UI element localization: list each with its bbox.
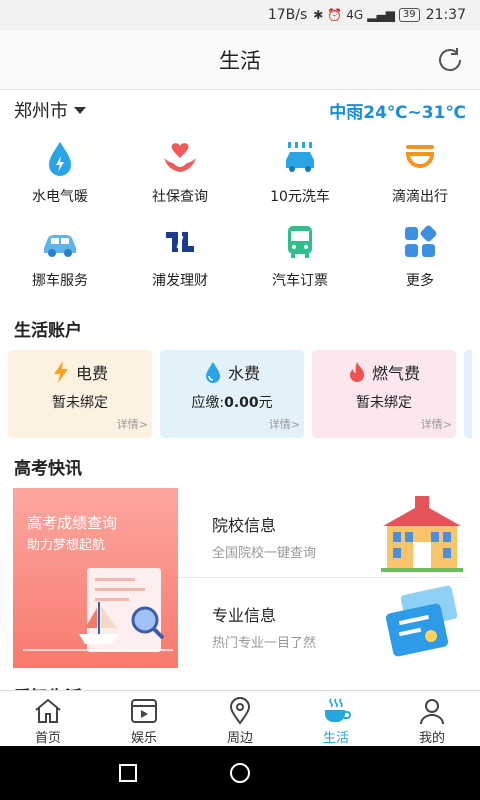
card-name: 电费 — [75, 364, 108, 383]
card-more-link[interactable]: 详情> — [269, 416, 300, 432]
card-value: 暂未绑定 — [52, 395, 108, 411]
video-icon — [131, 699, 157, 723]
refresh-icon[interactable] — [434, 44, 466, 76]
battery-icon: 39 — [398, 8, 420, 22]
car-wash-icon — [286, 142, 314, 172]
card-name: 燃气费 — [371, 364, 420, 383]
bluetooth-icon: ✱ — [313, 8, 324, 22]
service-label: 挪车服务 — [32, 273, 88, 289]
card-value: 暂未绑定 — [356, 395, 412, 411]
tab-mine[interactable]: 我的 — [384, 691, 480, 746]
service-item[interactable]: 挪车服务 — [0, 222, 120, 306]
card-value-suffix: 元 — [258, 395, 273, 411]
city-selector[interactable]: 郑州市 — [14, 97, 86, 123]
app-bar: 生活 — [0, 30, 480, 90]
tab-life[interactable]: 生活 — [288, 691, 384, 746]
page-title: 生活 — [219, 48, 261, 73]
caret-down-icon — [74, 106, 86, 114]
water-card[interactable]: 水费 应缴:0.00元 详情> — [160, 350, 304, 438]
weather-text: 中雨24℃~31℃ — [329, 102, 466, 123]
service-label: 社保查询 — [152, 189, 208, 205]
water-drop-icon — [49, 142, 71, 176]
phone-card-icon — [385, 585, 458, 657]
system-nav-bar — [0, 746, 480, 800]
clock: 21:37 — [425, 7, 466, 23]
exam-paper-illustration — [23, 568, 173, 652]
bottom-tab-bar: 首页 娱乐 周边 生活 我的 — [0, 690, 480, 746]
service-grid: 水电气暖 社保查询 10元洗车 滴滴出行 挪车服务 浦发理财 汽车订票 更多 — [0, 138, 480, 306]
car-icon — [44, 235, 76, 257]
tab-label: 娱乐 — [130, 731, 157, 746]
next-card-edge[interactable] — [464, 350, 472, 438]
tab-label: 周边 — [226, 731, 253, 746]
gaokao-panel: 高考成绩查询 助力梦想起航 院校信息 全国院校一键查询 专业信息 热门专业一目了… — [13, 488, 467, 668]
bus-icon — [288, 226, 312, 258]
item-title: 院校信息 — [212, 516, 277, 535]
alarm-icon: ⏰ — [327, 8, 343, 22]
service-item[interactable]: 水电气暖 — [0, 138, 120, 222]
banner-line2: 助力梦想起航 — [27, 538, 106, 553]
location-pin-icon — [229, 697, 251, 725]
recent-apps-icon[interactable] — [118, 763, 138, 783]
service-label: 10元洗车 — [270, 189, 330, 205]
gas-card[interactable]: 燃气费 暂未绑定 详情> — [312, 350, 456, 438]
card-value-prefix: 应缴: — [191, 395, 225, 411]
spdb-icon — [166, 232, 194, 252]
tab-label: 我的 — [418, 731, 445, 746]
flame-icon — [349, 362, 364, 382]
school-building-icon — [381, 496, 463, 572]
status-bar: 17B/s ✱ ⏰ 4G ▂▄▆ 39 21:37 — [0, 0, 480, 30]
school-info-item[interactable]: 院校信息 全国院校一键查询 — [178, 488, 467, 578]
heart-hands-icon — [164, 143, 196, 172]
card-more-link[interactable]: 详情> — [421, 416, 452, 432]
life-account-cards: 电费 暂未绑定 详情> 水费 应缴:0.00元 详情> 燃气费 暂未绑定 详情> — [8, 350, 472, 438]
life-account-title: 生活账户 — [14, 321, 82, 341]
person-icon — [420, 699, 444, 725]
major-info-item[interactable]: 专业信息 热门专业一目了然 — [178, 578, 467, 668]
home-icon — [35, 698, 61, 723]
banner-line1: 高考成绩查询 — [27, 514, 118, 532]
grid-more-icon — [405, 225, 437, 257]
tab-label: 首页 — [34, 731, 61, 746]
coffee-cup-icon — [325, 698, 351, 722]
item-subtitle: 全国院校一键查询 — [212, 546, 317, 561]
service-item[interactable]: 社保查询 — [120, 138, 240, 222]
tab-home[interactable]: 首页 — [0, 691, 96, 746]
electricity-card[interactable]: 电费 暂未绑定 详情> — [8, 350, 152, 438]
gaokao-title: 高考快讯 — [14, 459, 82, 479]
home-nav-icon[interactable] — [228, 761, 252, 785]
signal-label: 4G — [346, 8, 364, 22]
service-item[interactable]: 汽车订票 — [240, 222, 360, 306]
item-subtitle: 热门专业一目了然 — [212, 636, 317, 651]
card-value: 应缴:0.00元 — [160, 392, 304, 412]
service-label: 汽车订票 — [272, 273, 328, 289]
service-item[interactable]: 滴滴出行 — [360, 138, 480, 222]
service-label: 浦发理财 — [152, 273, 208, 289]
tab-nearby[interactable]: 周边 — [192, 691, 288, 746]
card-name: 水费 — [227, 364, 260, 383]
gaokao-banner[interactable]: 高考成绩查询 助力梦想起航 — [13, 488, 178, 668]
service-label: 更多 — [406, 273, 434, 289]
signal-icon: ▂▄▆ — [367, 8, 395, 22]
network-speed: 17B/s — [267, 7, 308, 23]
tab-entertainment[interactable]: 娱乐 — [96, 691, 192, 746]
city-label: 郑州市 — [14, 101, 68, 122]
service-item[interactable]: 更多 — [360, 222, 480, 306]
water-drop-icon — [205, 362, 220, 383]
tab-label: 生活 — [322, 731, 349, 746]
lightning-icon — [53, 361, 68, 383]
card-value-amount: 0.00 — [224, 395, 259, 411]
didi-icon — [405, 145, 435, 168]
item-title: 专业信息 — [212, 606, 277, 625]
service-item[interactable]: 10元洗车 — [240, 138, 360, 222]
service-label: 滴滴出行 — [392, 189, 448, 205]
card-more-link[interactable]: 详情> — [117, 416, 148, 432]
location-row: 郑州市 中雨24℃~31℃ — [0, 96, 480, 124]
status-icons: ✱ ⏰ 4G ▂▄▆ 39 — [313, 8, 420, 22]
service-label: 水电气暖 — [32, 189, 88, 205]
service-item[interactable]: 浦发理财 — [120, 222, 240, 306]
